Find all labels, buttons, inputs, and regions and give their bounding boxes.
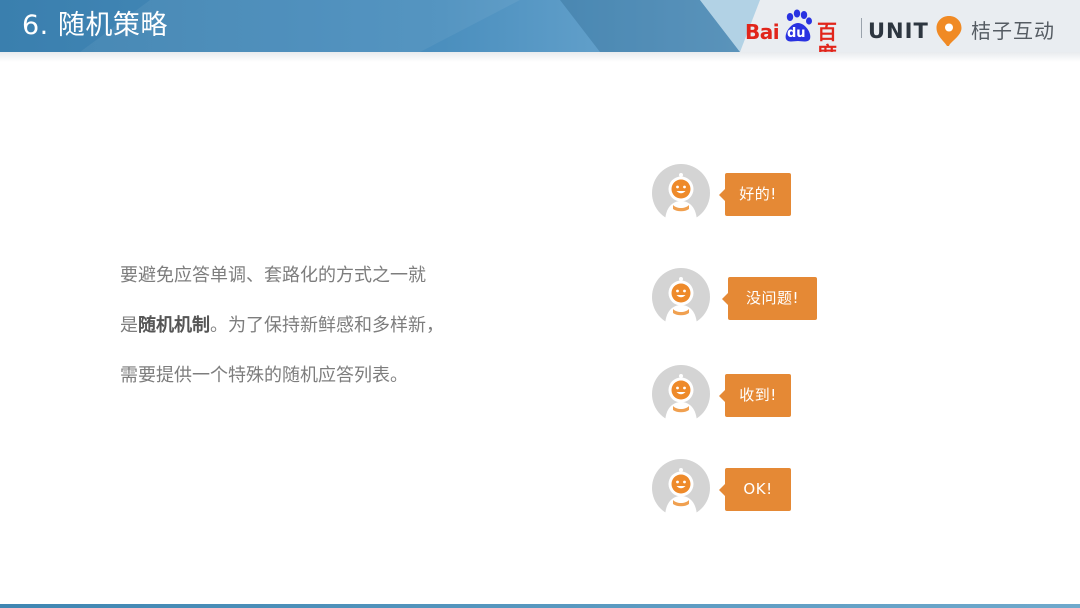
orange-speech-pin-icon bbox=[936, 16, 962, 46]
response-item: OK! bbox=[651, 458, 911, 518]
robot-avatar-icon bbox=[652, 268, 710, 327]
baidu-logo-bai: Bai bbox=[745, 20, 780, 44]
robot-avatar-icon bbox=[652, 459, 710, 518]
baidu-logo-cn: 百度 bbox=[817, 20, 837, 52]
robot-avatar-icon bbox=[652, 164, 710, 223]
footer-line bbox=[0, 604, 1080, 608]
body-line-2-bold: 随机机制 bbox=[138, 315, 210, 336]
body-paragraph: 要避免应答单调、套路化的方式之一就 是随机机制。为了保持新鲜感和多样新， 需要提… bbox=[120, 258, 540, 408]
logo-group: Bai du 百度 UNIT 桔子互动 bbox=[735, 0, 1080, 52]
robot-avatar-icon bbox=[652, 365, 710, 424]
body-line-2: 是随机机制。为了保持新鲜感和多样新， bbox=[120, 308, 540, 358]
response-bubble: 好的! bbox=[719, 173, 791, 216]
slide-title: 6. 随机策略 bbox=[22, 10, 168, 41]
response-item: 收到! bbox=[651, 364, 911, 424]
body-line-2-post: 。为了保持新鲜感和多样新， bbox=[210, 315, 444, 336]
body-line-1: 要避免应答单调、套路化的方式之一就 bbox=[120, 265, 426, 286]
body-line-3: 需要提供一个特殊的随机应答列表。 bbox=[120, 365, 408, 386]
response-bubble: 没问题! bbox=[722, 277, 817, 320]
response-bubble: OK! bbox=[719, 468, 791, 511]
response-item: 没问题! bbox=[651, 267, 911, 327]
response-bubble: 收到! bbox=[719, 374, 791, 417]
juzi-logo-text: 桔子互动 bbox=[971, 19, 1055, 43]
logo-separator bbox=[861, 18, 862, 38]
slide-header: 6. 随机策略 Bai du 百度 UNIT 桔子互动 bbox=[0, 0, 1080, 52]
baidu-logo: Bai du 百度 bbox=[745, 9, 855, 52]
unit-logo: UNIT bbox=[868, 19, 929, 43]
response-item: 好的! bbox=[651, 163, 911, 223]
baidu-logo-du: du bbox=[787, 26, 806, 41]
body-line-2-pre: 是 bbox=[120, 315, 138, 336]
header-shadow bbox=[0, 52, 1080, 62]
